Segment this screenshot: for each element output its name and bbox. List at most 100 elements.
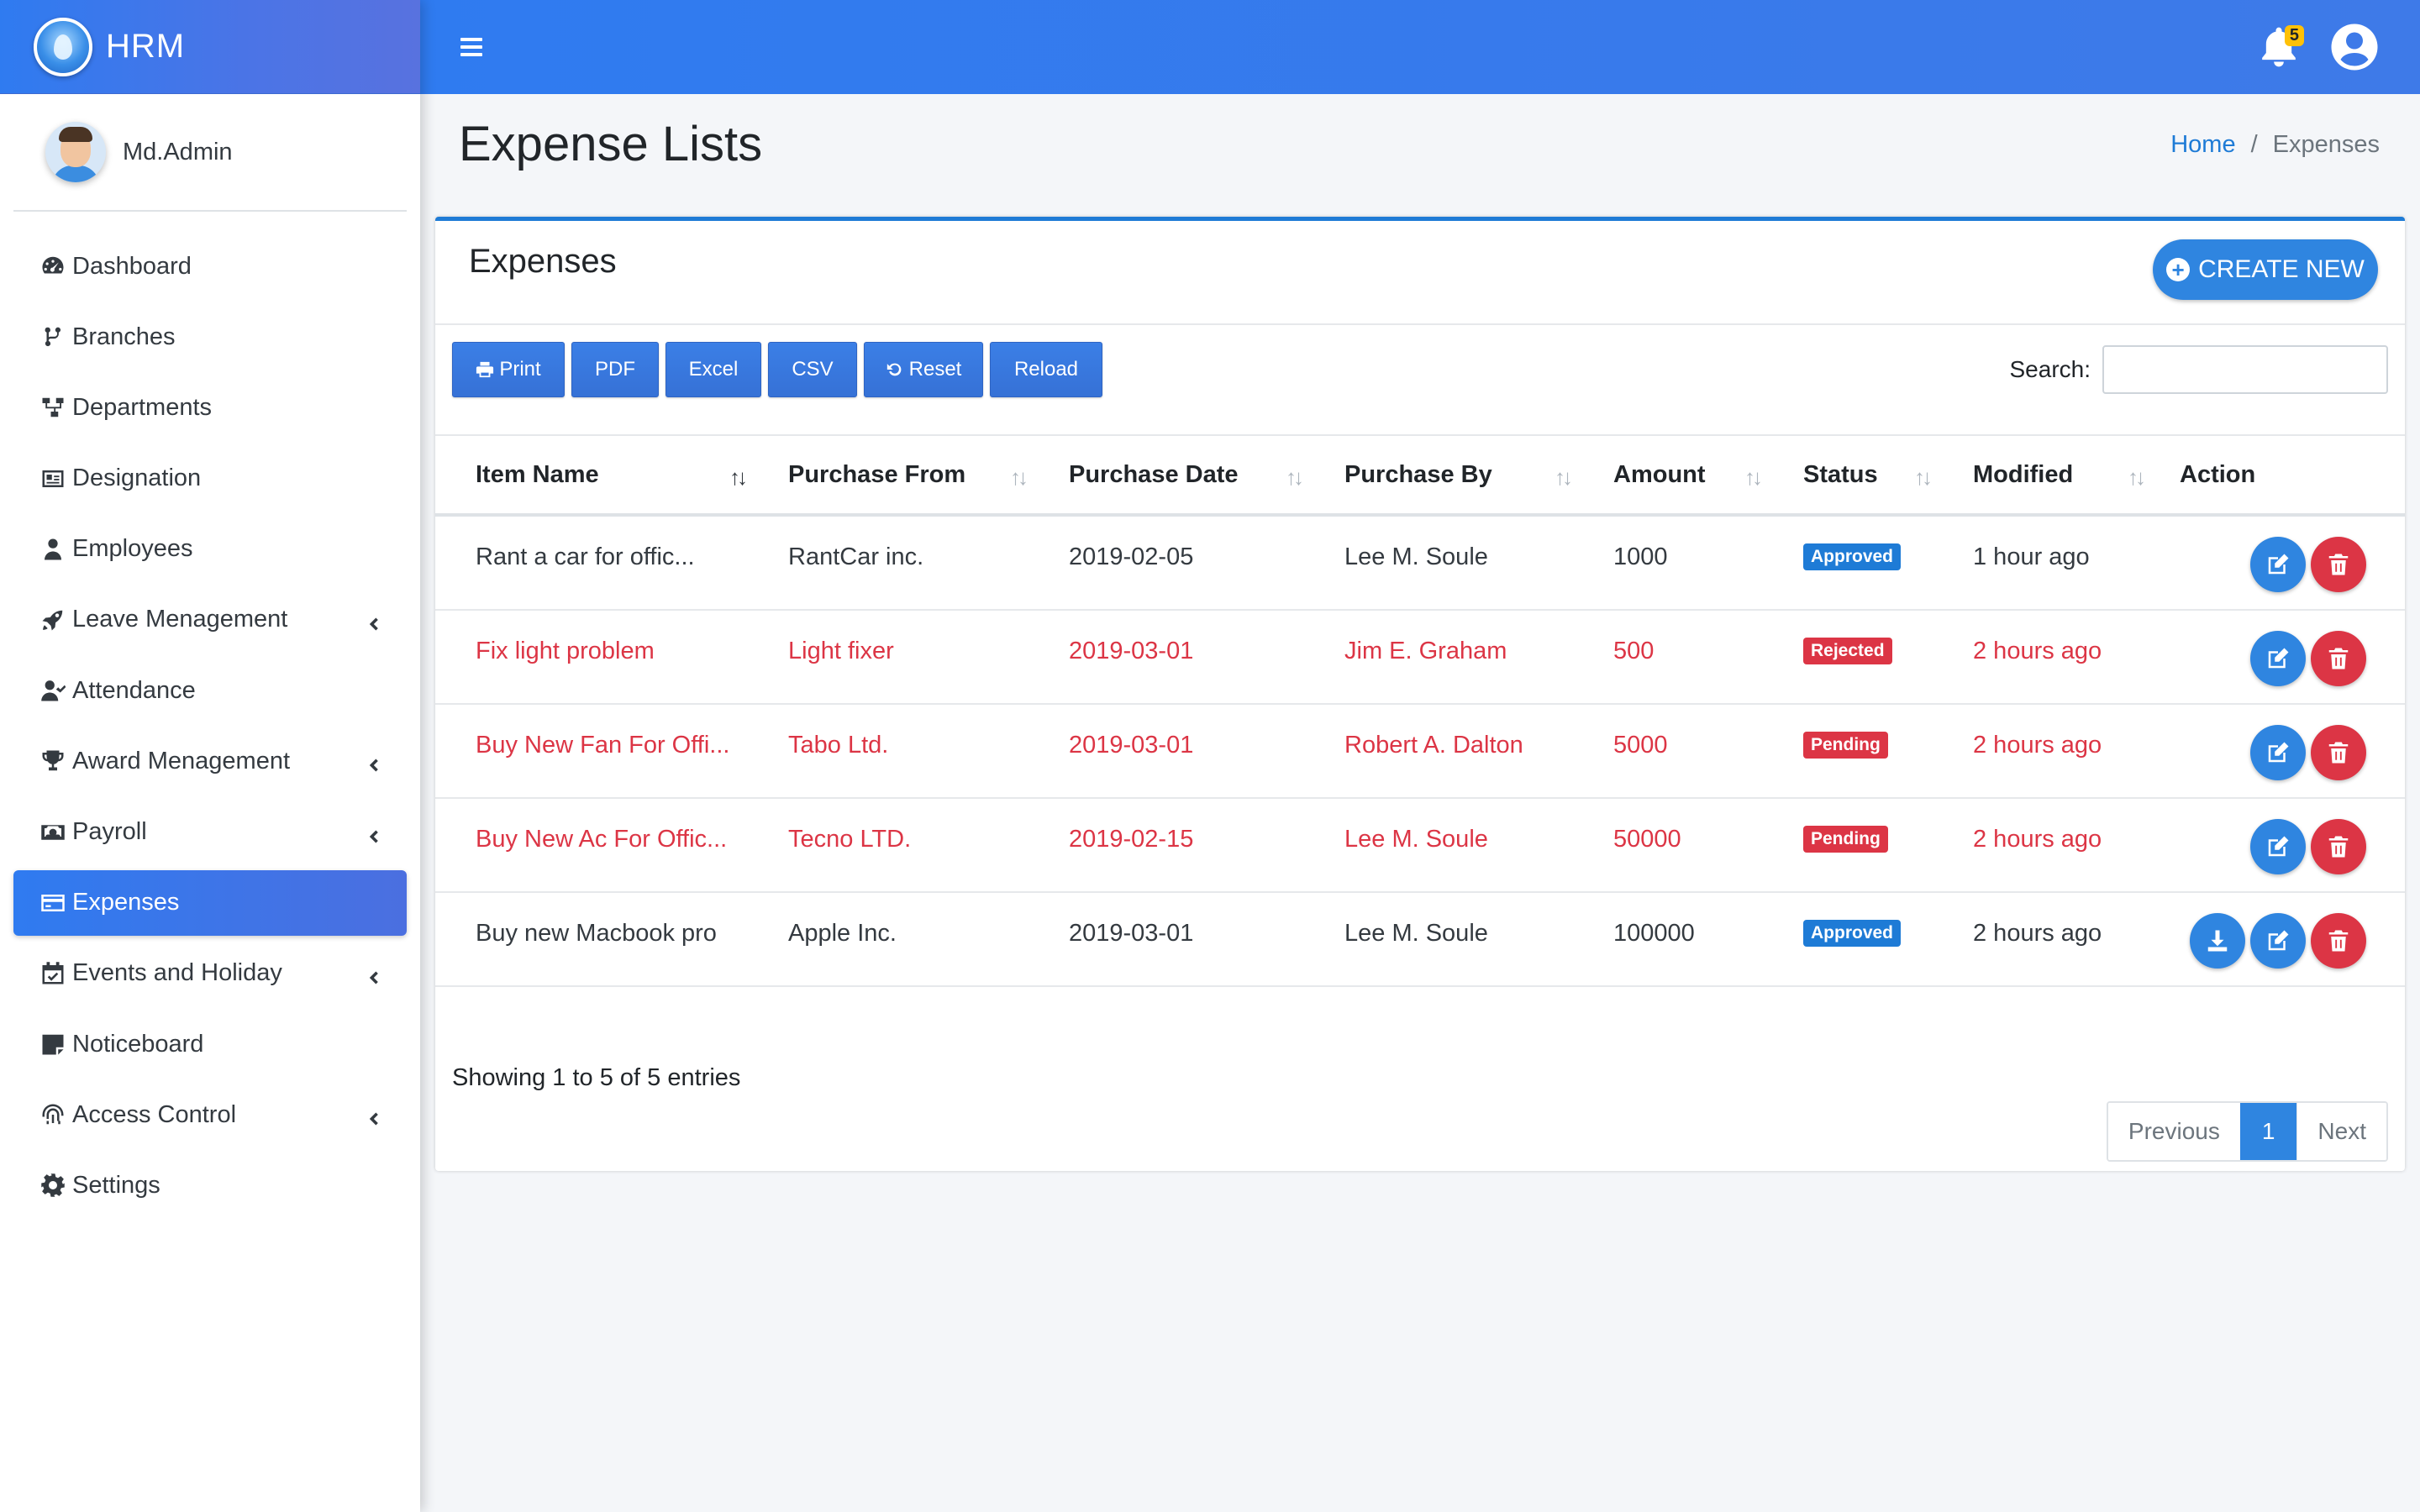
sort-icon[interactable]: ↑↓ [1555,465,1573,491]
brand[interactable]: HRM [0,0,420,94]
status-badge: Rejected [1803,638,1892,664]
edit-button[interactable] [2250,537,2306,592]
trash-icon [2328,554,2349,575]
print-button[interactable]: Print [452,342,565,397]
cell-modified: 1 hour ago [1973,543,2090,570]
sidebar-item-branches[interactable]: Branches [13,304,407,370]
breadcrumb-home-link[interactable]: Home [2170,131,2235,159]
create-new-button[interactable]: + CREATE NEW [2153,239,2378,300]
sort-icon[interactable]: ↑↓ [1914,465,1933,491]
edit-button[interactable] [2250,725,2306,780]
cell-amount: 1000 [1613,543,1668,570]
cell-item-name: Buy New Fan For Offi... [476,732,730,759]
sidebar-item-label: Branches [72,323,176,350]
trash-icon [2328,930,2349,952]
sort-icon[interactable]: ↑↓ [1010,465,1028,491]
sidebar-item-label: Access Control [72,1100,237,1128]
sort-icon[interactable]: ↑↓ [1286,465,1304,491]
table-row: Buy New Fan For Offi... Tabo Ltd. 2019-0… [435,705,2405,799]
cell-purchase-by: Robert A. Dalton [1344,732,1523,759]
column-header-purchase-from[interactable]: Purchase From [788,461,965,489]
cell-purchase-by: Lee M. Soule [1344,543,1488,570]
cell-purchase-by: Lee M. Soule [1344,920,1488,947]
edit-button[interactable] [2250,819,2306,874]
cell-item-name: Rant a car for offic... [476,543,695,570]
column-header-status[interactable]: Status [1803,461,1878,489]
breadcrumb-separator: / [2250,131,2258,158]
sidebar-item-label: Dashboard [72,252,192,280]
excel-button[interactable]: Excel [666,342,761,397]
notifications-button[interactable]: 5 [2254,22,2304,72]
sidebar-item-award-menagement[interactable]: Award Menagement [13,728,407,794]
chevron-left-icon [365,612,381,631]
sidebar-item-employees[interactable]: Employees [13,517,407,582]
delete-button[interactable] [2311,725,2366,780]
sidebar-item-dashboard[interactable]: Dashboard [13,234,407,299]
csv-button[interactable]: CSV [768,342,857,397]
edit-button[interactable] [2250,631,2306,686]
sort-icon[interactable]: ↑↓ [2128,465,2146,491]
edit-icon [2268,742,2289,763]
user-menu-button[interactable] [2329,22,2380,72]
print-label: Print [499,358,541,381]
sidebar-item-noticeboard[interactable]: Noticeboard [13,1011,407,1077]
pagination-page[interactable]: 1 [2239,1103,2297,1160]
sidebar-item-events-and-holiday[interactable]: Events and Holiday [13,941,407,1006]
delete-button[interactable] [2311,913,2366,969]
reload-button[interactable]: Reload [990,342,1102,397]
sidebar: HRM Md.Admin Dashboard Branches Departme… [0,0,420,1512]
sidebar-item-payroll[interactable]: Payroll [13,800,407,865]
edit-icon [2268,930,2289,951]
credit-card-icon [39,889,67,917]
sort-icon[interactable]: ↑↓ [729,465,748,491]
sidebar-item-designation[interactable]: Designation [13,446,407,512]
cell-item-name: Fix light problem [476,638,655,664]
sidebar-item-leave-menagement[interactable]: Leave Menagement [13,587,407,653]
csv-label: CSV [792,358,834,381]
column-header-purchase-date[interactable]: Purchase Date [1069,461,1239,489]
chevron-left-icon [365,824,381,843]
cell-purchase-date: 2019-03-01 [1069,638,1194,664]
excel-label: Excel [688,358,739,381]
table-row: Fix light problem Light fixer 2019-03-01… [435,611,2405,705]
search-input[interactable] [2102,345,2388,394]
trophy-icon [39,747,67,775]
create-new-label: CREATE NEW [2198,255,2365,283]
sidebar-item-access-control[interactable]: Access Control [13,1082,407,1147]
cell-purchase-from: RantCar inc. [788,543,924,570]
cell-item-name: Buy New Ac For Offic... [476,826,728,853]
column-header-modified[interactable]: Modified [1973,461,2073,489]
table-header: Item Name ↑↓ Purchase From ↑↓ Purchase D… [435,436,2405,517]
pagination-previous[interactable]: Previous [2107,1103,2240,1160]
column-header-item-name[interactable]: Item Name [476,461,599,489]
pdf-button[interactable]: PDF [571,342,659,397]
sitemap-icon [39,393,67,422]
sort-icon[interactable]: ↑↓ [1744,465,1763,491]
delete-button[interactable] [2311,537,2366,592]
cell-amount: 100000 [1613,920,1695,947]
sticky-note-icon [39,1030,67,1058]
reset-button[interactable]: Reset [864,342,983,397]
delete-button[interactable] [2311,819,2366,874]
pagination-next[interactable]: Next [2296,1103,2386,1160]
edit-button[interactable] [2250,913,2306,969]
undo-icon [886,363,902,376]
sidebar-item-settings[interactable]: Settings [13,1152,407,1218]
sidebar-item-expenses[interactable]: Expenses [13,869,407,936]
cell-purchase-date: 2019-02-15 [1069,826,1194,853]
sidebar-item-departments[interactable]: Departments [13,375,407,440]
table-info: Showing 1 to 5 of 5 entries [452,1064,741,1091]
cell-purchase-date: 2019-02-05 [1069,543,1194,570]
trash-icon [2328,648,2349,669]
delete-button[interactable] [2311,631,2366,686]
column-header-action: Action [2180,461,2256,488]
export-toolbar: Print PDF Excel CSV Reset Reload [452,342,1109,397]
column-header-purchase-by[interactable]: Purchase By [1344,461,1492,489]
user-panel[interactable]: Md.Admin [13,94,407,212]
menu-toggle-icon[interactable] [460,38,482,56]
sidebar-item-label: Leave Menagement [72,606,288,633]
column-header-amount[interactable]: Amount [1613,461,1706,489]
sidebar-item-attendance[interactable]: Attendance [13,658,407,723]
download-button[interactable] [2190,913,2245,969]
edit-icon [2268,648,2289,669]
